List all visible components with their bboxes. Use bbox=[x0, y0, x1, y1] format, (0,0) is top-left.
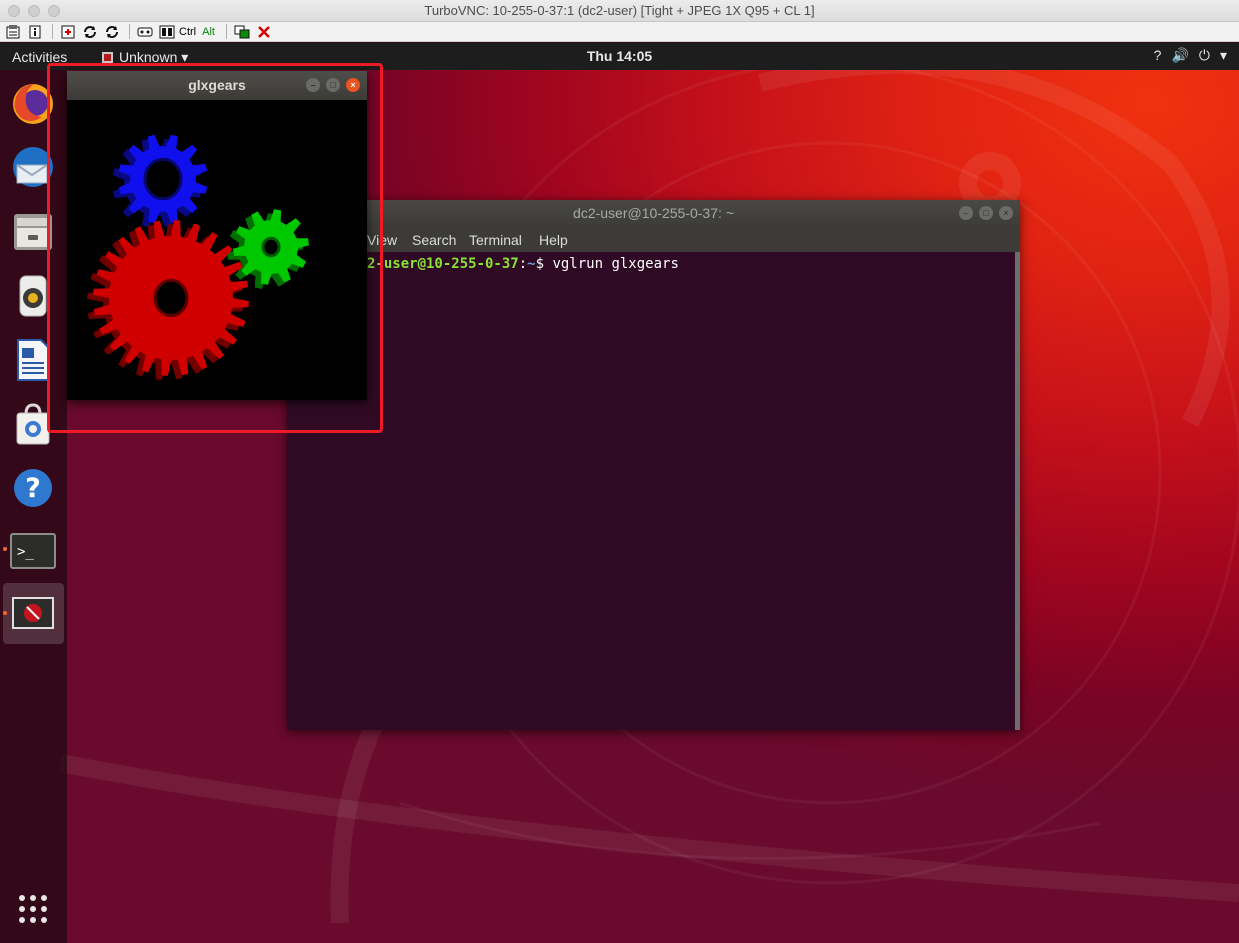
dock-item-help[interactable]: ? bbox=[9, 464, 57, 512]
dock-item-glxgears[interactable] bbox=[9, 590, 57, 638]
terminal-prompt-line: 2-user@10-255-0-37:~$ vglrun glxgears bbox=[367, 256, 679, 272]
dock-item-terminal[interactable]: >_ bbox=[9, 528, 57, 576]
terminal-maximize-button[interactable]: □ bbox=[979, 206, 993, 220]
terminal-title: dc2-user@10-255-0-37: ~ bbox=[573, 205, 734, 221]
prompt-symbol: $ bbox=[535, 256, 553, 272]
system-menu-arrow-icon[interactable]: ▾ bbox=[1220, 47, 1227, 64]
system-tray[interactable]: ? 🔊 ⏻ ▾ bbox=[1154, 47, 1227, 64]
menu-help[interactable]: Help bbox=[539, 228, 568, 252]
alt-key-button[interactable]: Alt bbox=[202, 26, 215, 38]
menu-terminal[interactable]: Terminal bbox=[469, 228, 522, 252]
ctrl-esc-icon[interactable] bbox=[157, 23, 177, 40]
mac-minimize-button[interactable] bbox=[28, 5, 40, 17]
mac-close-button[interactable] bbox=[8, 5, 20, 17]
power-icon[interactable]: ⏻ bbox=[1199, 47, 1210, 64]
terminal-icon: >_ bbox=[10, 533, 56, 569]
terminal-close-button[interactable]: × bbox=[999, 206, 1013, 220]
clock[interactable]: Thu 14:05 bbox=[0, 48, 1239, 64]
prompt-separator: : bbox=[518, 256, 528, 272]
running-indicator bbox=[3, 611, 7, 615]
vnc-window-title-bar: TurboVNC: 10-255-0-37:1 (dc2-user) [Tigh… bbox=[0, 0, 1239, 22]
toolbar-separator bbox=[52, 24, 53, 39]
vnc-window-title: TurboVNC: 10-255-0-37:1 (dc2-user) [Tigh… bbox=[424, 3, 815, 18]
svg-text:>_: >_ bbox=[17, 544, 34, 560]
ubuntu-desktop[interactable]: Activities Unknown ▾ Thu 14:05 ? 🔊 ⏻ ▾ ?… bbox=[0, 43, 1239, 943]
ctrl-alt-del-icon[interactable] bbox=[135, 23, 155, 40]
terminal-window[interactable]: dc2-user@10-255-0-37: ~ – □ × View Searc… bbox=[287, 200, 1020, 730]
refresh-icon[interactable] bbox=[80, 23, 100, 40]
svg-text:?: ? bbox=[25, 473, 41, 504]
running-indicator bbox=[3, 547, 7, 551]
lossless-refresh-icon[interactable] bbox=[102, 23, 122, 40]
terminal-output[interactable]: 2-user@10-255-0-37:~$ vglrun glxgears bbox=[287, 252, 1015, 730]
prompt-user-host: 2-user@10-255-0-37 bbox=[367, 256, 519, 272]
terminal-title-bar[interactable]: dc2-user@10-255-0-37: ~ – □ × bbox=[287, 200, 1020, 228]
disconnect-icon[interactable] bbox=[254, 23, 274, 40]
help-icon: ? bbox=[14, 469, 52, 507]
volume-icon[interactable]: 🔊 bbox=[1171, 47, 1188, 64]
menu-search[interactable]: Search bbox=[412, 228, 456, 252]
terminal-menu-bar: View Search Terminal Help bbox=[287, 228, 1020, 252]
highlight-annotation-box bbox=[47, 63, 383, 433]
toolbar-separator bbox=[225, 24, 227, 39]
toolbar-separator bbox=[129, 24, 130, 39]
accessibility-icon[interactable]: ? bbox=[1154, 47, 1162, 64]
show-applications-button[interactable] bbox=[9, 885, 57, 933]
fullscreen-icon[interactable] bbox=[58, 23, 78, 40]
glxgears-app-icon bbox=[12, 597, 54, 629]
app-grid-icon bbox=[19, 895, 47, 923]
connection-info-icon[interactable] bbox=[25, 23, 45, 40]
terminal-minimize-button[interactable]: – bbox=[959, 206, 973, 220]
prompt-path: ~ bbox=[527, 256, 536, 272]
terminal-command: vglrun glxgears bbox=[552, 256, 679, 272]
ctrl-key-button[interactable]: Ctrl bbox=[179, 26, 196, 38]
vnc-toolbar: Ctrl Alt bbox=[0, 22, 1239, 42]
mac-zoom-button[interactable] bbox=[48, 5, 60, 17]
options-icon[interactable] bbox=[3, 23, 23, 40]
new-connection-icon[interactable] bbox=[232, 23, 252, 40]
terminal-scrollbar[interactable] bbox=[1015, 252, 1020, 730]
